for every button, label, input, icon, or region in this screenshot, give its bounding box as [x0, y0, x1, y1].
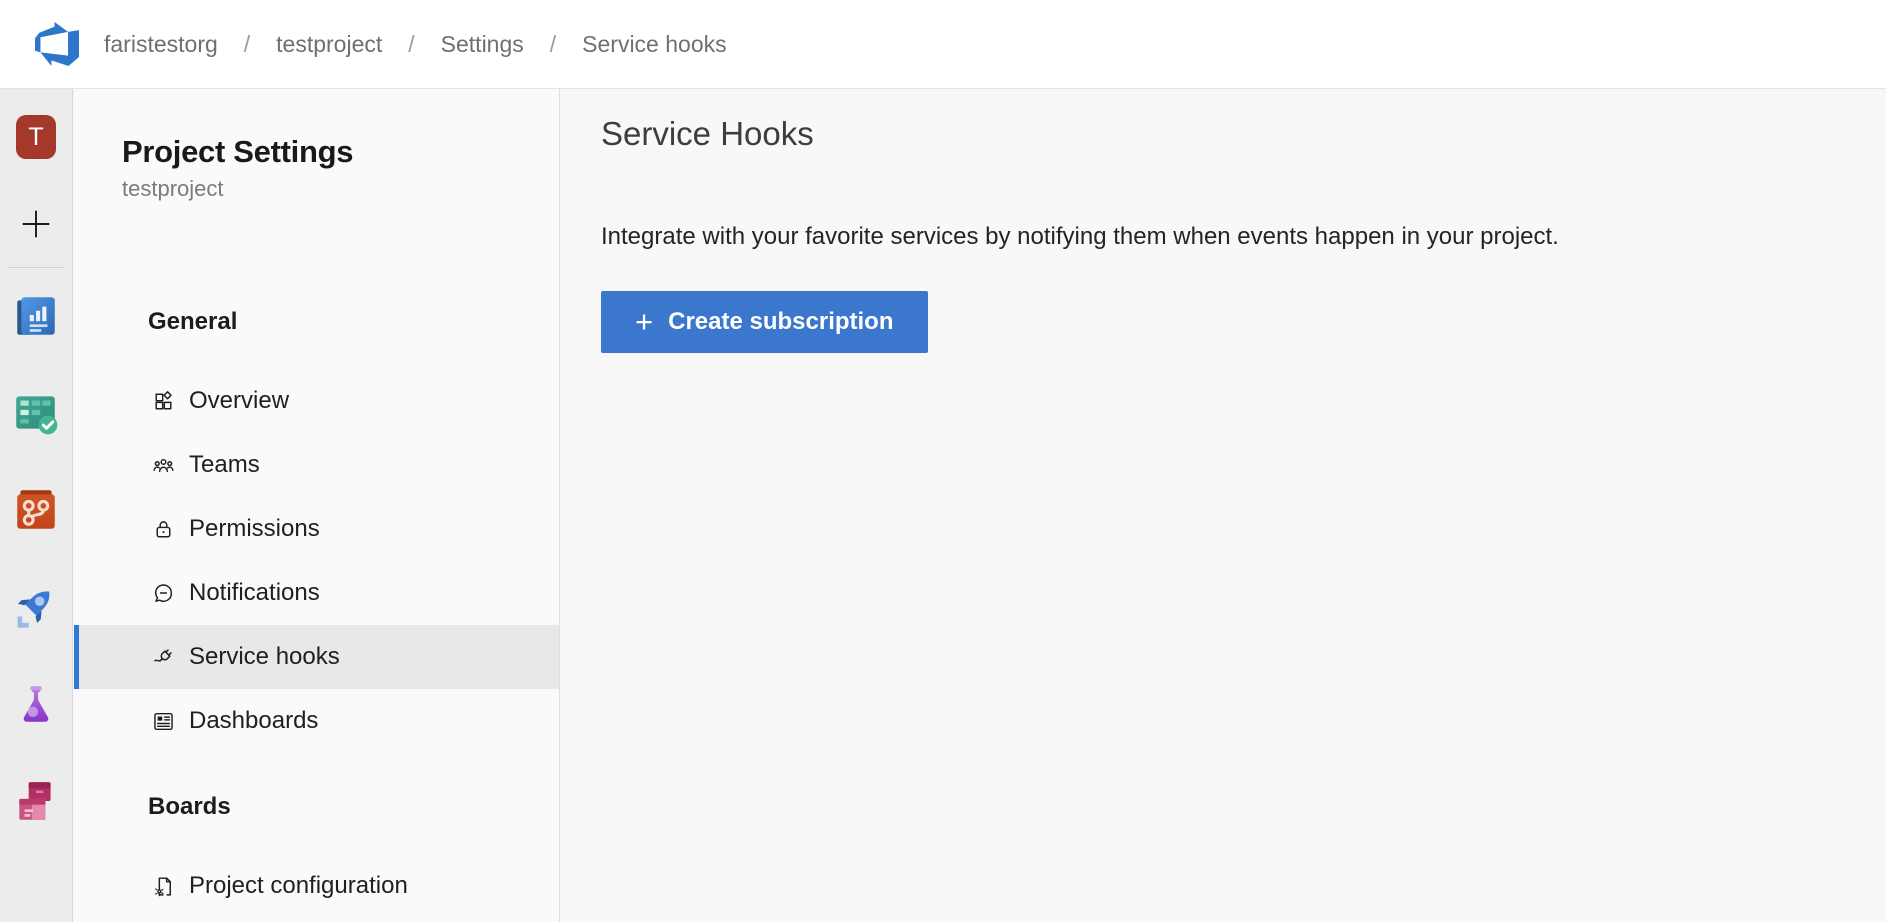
sidebar-item-permissions[interactable]: Permissions: [74, 497, 559, 561]
sidebar-item-service-hooks[interactable]: Service hooks: [74, 625, 559, 689]
project-avatar[interactable]: T: [16, 115, 56, 159]
rail-item-boards[interactable]: [11, 388, 61, 438]
top-bar: faristestorg / testproject / Settings / …: [0, 0, 1886, 89]
section-header-general: General: [74, 307, 559, 337]
breadcrumb-item-organization[interactable]: faristestorg: [104, 31, 218, 58]
permissions-icon: [151, 517, 176, 542]
project-configuration-icon: [151, 874, 176, 899]
project-name-subtitle: testproject: [122, 175, 559, 203]
page-title: Project Settings: [122, 133, 559, 171]
breadcrumb-item-service-hooks[interactable]: Service hooks: [582, 31, 726, 58]
sidebar-item-label: Teams: [189, 451, 260, 479]
rail-item-artifacts[interactable]: [11, 776, 61, 826]
breadcrumb-item-settings[interactable]: Settings: [441, 31, 524, 58]
plus-icon: [17, 205, 55, 243]
project-avatar-letter: T: [28, 123, 43, 152]
left-rail: T: [0, 89, 73, 922]
sidebar-item-label: Service hooks: [189, 643, 340, 671]
pipelines-hub-icon: [11, 582, 61, 632]
sidebar-item-label: Permissions: [189, 515, 320, 543]
overview-hub-icon: [11, 291, 61, 341]
create-subscription-label: Create subscription: [668, 308, 893, 336]
settings-nav: General Overview Teams: [74, 307, 559, 918]
sidebar-item-label: Dashboards: [189, 707, 318, 735]
teams-icon: [151, 453, 176, 478]
rail-item-test-plans[interactable]: [11, 679, 61, 729]
test-plans-hub-icon: [11, 679, 61, 729]
sidebar-item-notifications[interactable]: Notifications: [74, 561, 559, 625]
nav-list-boards: Project configuration: [74, 854, 559, 918]
breadcrumb-item-project[interactable]: testproject: [276, 31, 382, 58]
rail-item-overview[interactable]: [11, 291, 61, 341]
boards-hub-icon: [11, 388, 61, 438]
service-hooks-icon: [151, 645, 176, 670]
overview-icon: [151, 389, 176, 414]
breadcrumb-separator: /: [550, 31, 556, 58]
rail-item-repos[interactable]: [11, 485, 61, 535]
sidebar-header: Project Settings testproject: [74, 89, 559, 203]
azure-devops-logo-icon[interactable]: [32, 22, 82, 66]
nav-list-general: Overview Teams Perm: [74, 369, 559, 753]
sidebar-item-label: Overview: [189, 387, 289, 415]
notifications-icon: [151, 581, 176, 606]
dashboards-icon: [151, 709, 176, 734]
breadcrumb: faristestorg / testproject / Settings / …: [104, 31, 727, 58]
sidebar-item-dashboards[interactable]: Dashboards: [74, 689, 559, 753]
create-subscription-button[interactable]: + Create subscription: [601, 291, 928, 353]
sidebar-item-label: Project configuration: [189, 872, 408, 900]
sidebar-item-label: Notifications: [189, 579, 320, 607]
main-description: Integrate with your favorite services by…: [601, 222, 1886, 252]
rail-item-pipelines[interactable]: [11, 582, 61, 632]
breadcrumb-separator: /: [408, 31, 414, 58]
main-title: Service Hooks: [601, 113, 1886, 155]
main-content: Service Hooks Integrate with your favori…: [561, 89, 1886, 922]
add-button[interactable]: [16, 204, 56, 244]
artifacts-hub-icon: [11, 776, 61, 826]
sidebar-item-teams[interactable]: Teams: [74, 433, 559, 497]
rail-divider: [7, 267, 65, 268]
sidebar-item-project-configuration[interactable]: Project configuration: [74, 854, 559, 918]
plus-icon: +: [635, 306, 653, 337]
sidebar-item-overview[interactable]: Overview: [74, 369, 559, 433]
breadcrumb-separator: /: [244, 31, 250, 58]
repos-hub-icon: [11, 485, 61, 535]
settings-sidebar: Project Settings testproject General Ove…: [74, 89, 560, 922]
section-header-boards: Boards: [74, 792, 559, 822]
